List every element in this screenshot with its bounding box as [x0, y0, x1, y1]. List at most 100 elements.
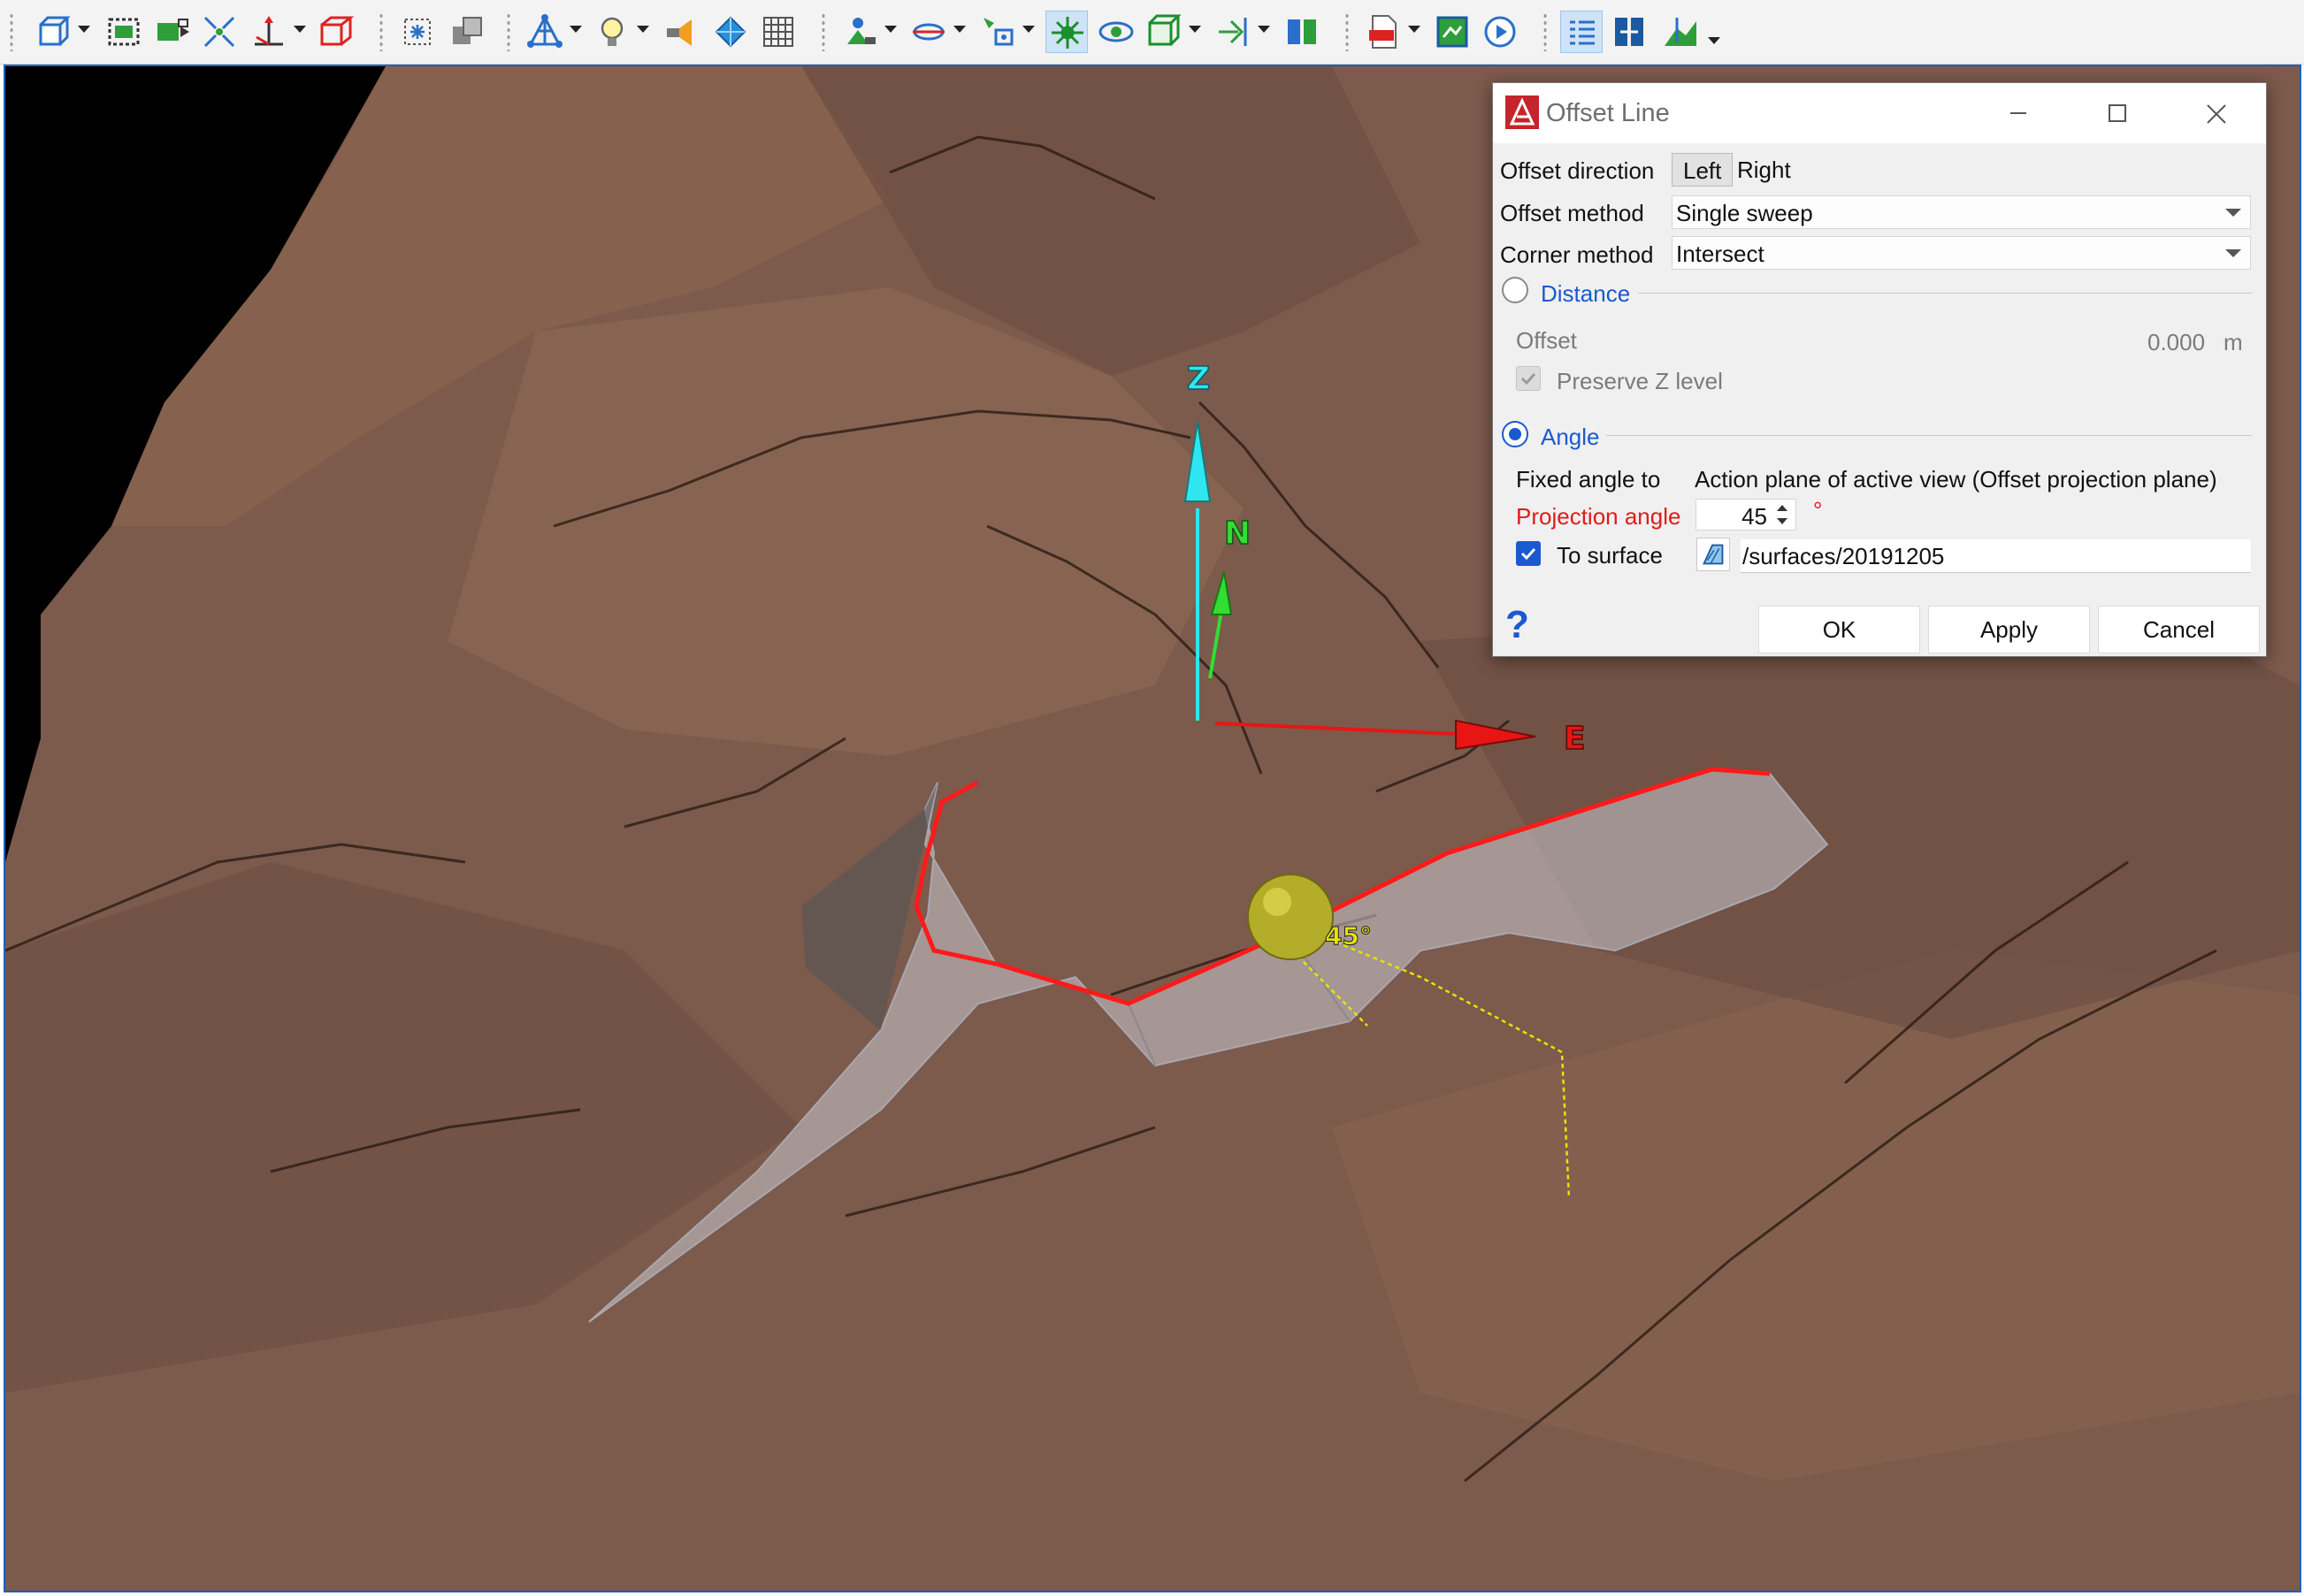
- offset-line-dialog: Offset Line Offset direction Left Right …: [1492, 82, 2267, 657]
- minimize-icon: [2010, 112, 2026, 114]
- pdf-export-icon[interactable]: [1362, 11, 1405, 53]
- axis-up-icon[interactable]: [248, 11, 290, 53]
- chevron-down-icon: [2225, 249, 2241, 257]
- apply-button[interactable]: Apply: [1928, 606, 2090, 653]
- toolbar-grip[interactable]: [506, 12, 511, 51]
- chevron-down-icon[interactable]: [1258, 26, 1270, 33]
- select-points-icon[interactable]: [976, 11, 1019, 53]
- help-icon[interactable]: ?: [1505, 603, 1529, 647]
- grid-icon[interactable]: [757, 11, 800, 53]
- chevron-down-icon[interactable]: [1189, 26, 1201, 33]
- chevron-down-icon: [2225, 209, 2241, 217]
- minimize-button[interactable]: [1969, 83, 2068, 143]
- maximize-icon: [2109, 104, 2126, 122]
- preserve-z-label: Preserve Z level: [1557, 368, 1723, 394]
- surface-icon: [1703, 544, 1724, 565]
- offset-direction-label: Offset direction: [1500, 157, 1655, 184]
- offset-unit: m: [2224, 329, 2243, 355]
- toolbar-grip[interactable]: [1344, 12, 1350, 51]
- box-section-icon[interactable]: [1143, 11, 1185, 53]
- cancel-button[interactable]: Cancel: [2098, 606, 2260, 653]
- plane-icon[interactable]: [907, 11, 950, 53]
- projection-angle-value: 45: [1741, 503, 1767, 530]
- zoom-fit-icon[interactable]: [198, 11, 241, 53]
- chevron-down-icon[interactable]: [294, 26, 306, 33]
- distance-label: Distance: [1541, 280, 1631, 307]
- crosshair-icon[interactable]: [1045, 11, 1088, 53]
- to-surface-checkbox[interactable]: [1516, 541, 1541, 566]
- color-diamond-icon[interactable]: [709, 11, 752, 53]
- compare-icon[interactable]: [1608, 11, 1650, 53]
- surface-path-value: /surfaces/20191205: [1742, 543, 1945, 569]
- toolbar-grip[interactable]: [821, 12, 826, 51]
- maximize-button[interactable]: [2068, 83, 2167, 143]
- divider: [1606, 435, 2252, 436]
- to-surface-label: To surface: [1557, 542, 1663, 569]
- toolbar-grip[interactable]: [9, 12, 14, 51]
- chevron-down-icon[interactable]: [884, 26, 897, 33]
- angle-label: Angle: [1541, 424, 1600, 450]
- dialog-title: Offset Line: [1546, 99, 1670, 127]
- chevron-down-icon[interactable]: [1408, 26, 1420, 33]
- zoom-selected-icon[interactable]: [150, 11, 193, 53]
- angle-marker-label: 45°: [1325, 921, 1372, 951]
- chevron-down-icon[interactable]: [637, 26, 649, 33]
- projection-angle-spinbox[interactable]: 45: [1695, 499, 1796, 531]
- box-view-icon[interactable]: [315, 11, 357, 53]
- surface-picker-button[interactable]: [1696, 538, 1730, 571]
- corner-method-select[interactable]: Intersect: [1672, 236, 2251, 270]
- triangle-network-icon[interactable]: [524, 11, 566, 53]
- degree-symbol: °: [1813, 497, 1823, 523]
- main-toolbar: [0, 0, 2304, 65]
- clip-icon[interactable]: [1212, 11, 1254, 53]
- chevron-down-icon[interactable]: [78, 26, 90, 33]
- toolbar-grip[interactable]: [379, 12, 384, 51]
- fixed-angle-label: Fixed angle to: [1516, 466, 1661, 493]
- split-view-icon[interactable]: [1281, 11, 1323, 53]
- orbit-center-icon[interactable]: [1095, 11, 1137, 53]
- overflow-chevron-icon[interactable]: [1708, 37, 1720, 44]
- app-logo-icon: [1505, 95, 1539, 129]
- distance-radio[interactable]: [1502, 277, 1528, 303]
- close-icon: [2207, 104, 2226, 124]
- ok-button[interactable]: OK: [1758, 606, 1920, 653]
- dialog-titlebar[interactable]: Offset Line: [1493, 83, 2266, 143]
- offset-method-select[interactable]: Single sweep: [1672, 195, 2251, 229]
- light-bulb-icon[interactable]: [591, 11, 633, 53]
- offset-value-field[interactable]: 0.000: [2147, 329, 2205, 356]
- zoom-extents-icon[interactable]: [103, 11, 145, 53]
- preserve-z-checkbox[interactable]: [1516, 366, 1541, 391]
- e-axis-label: E: [1564, 721, 1586, 757]
- fixed-angle-value: Action plane of active view (Offset proj…: [1695, 466, 2217, 493]
- offset-label: Offset: [1516, 327, 1577, 354]
- section-icon[interactable]: [838, 11, 881, 53]
- divider: [1638, 293, 2252, 294]
- close-button[interactable]: [2167, 83, 2266, 143]
- view-cube-icon[interactable]: [32, 11, 74, 53]
- checkmark-icon: [1520, 372, 1536, 386]
- projection-angle-label: Projection angle: [1516, 503, 1681, 530]
- offset-method-value: Single sweep: [1676, 200, 1813, 226]
- chevron-down-icon[interactable]: [953, 26, 966, 33]
- map-icon[interactable]: [1431, 11, 1473, 53]
- n-axis-label: N: [1224, 515, 1251, 552]
- play-icon[interactable]: [1479, 11, 1521, 53]
- corner-method-value: Intersect: [1676, 241, 1764, 267]
- offset-direction-right-button[interactable]: Right: [1726, 153, 1802, 187]
- offset-direction-left-button[interactable]: Left: [1672, 153, 1734, 187]
- surface-path-field[interactable]: /surfaces/20191205: [1741, 539, 2251, 573]
- chevron-down-icon[interactable]: [570, 26, 582, 33]
- spin-up-icon[interactable]: [1772, 501, 1792, 515]
- snap-point-icon[interactable]: [396, 11, 439, 53]
- snap-object-icon[interactable]: [446, 11, 488, 53]
- offset-method-label: Offset method: [1500, 200, 1644, 226]
- properties-icon[interactable]: [1560, 11, 1603, 53]
- surface-measure-icon[interactable]: [1659, 11, 1702, 53]
- angle-radio[interactable]: [1502, 421, 1528, 447]
- chevron-down-icon[interactable]: [1022, 26, 1035, 33]
- spin-down-icon[interactable]: [1772, 515, 1792, 528]
- toolbar-grip[interactable]: [1542, 12, 1548, 51]
- drag-sphere-handle[interactable]: [1247, 874, 1334, 960]
- transparency-icon[interactable]: [660, 11, 702, 53]
- corner-method-label: Corner method: [1500, 241, 1654, 268]
